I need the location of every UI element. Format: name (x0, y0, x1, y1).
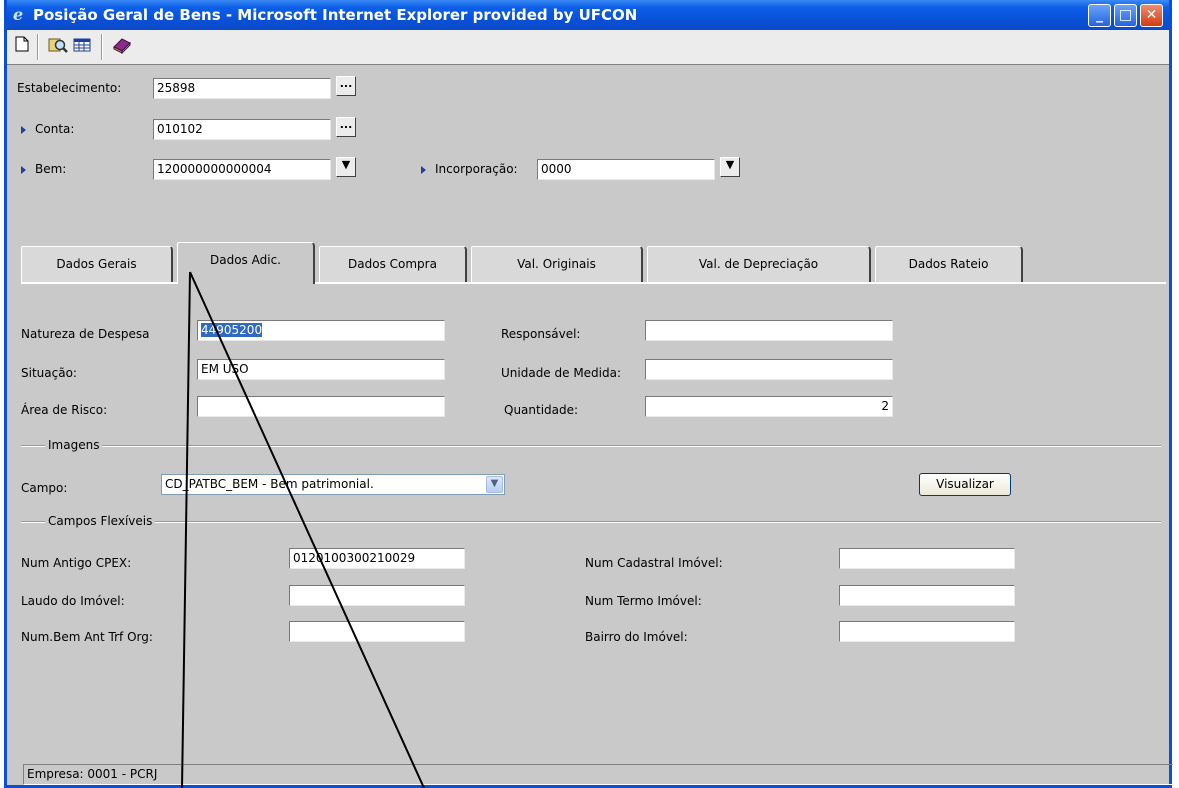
chevron-down-icon[interactable]: ▼ (486, 476, 503, 493)
tab-strip: Dados Gerais Dados Adic. Dados Compra Va… (21, 242, 1166, 284)
toolbar (7, 30, 1169, 65)
tab-val-depreciacao[interactable]: Val. de Depreciação (647, 246, 871, 282)
campos-flexiveis-group-title: Campos Flexíveis (45, 514, 156, 528)
imagens-group-line (21, 445, 1161, 447)
visualizar-button[interactable]: Visualizar (919, 473, 1011, 496)
area-risco-field[interactable] (197, 396, 445, 417)
natureza-label: Natureza de Despesa (21, 327, 150, 341)
book-icon[interactable] (111, 36, 133, 58)
maximize-button[interactable]: □ (1114, 4, 1137, 27)
situacao-label: Situação: (21, 366, 77, 380)
incorporacao-arrow-icon (421, 166, 426, 174)
bairro-field[interactable] (839, 621, 1015, 642)
minimize-button[interactable]: _ (1088, 4, 1111, 27)
num-cadastral-label: Num Cadastral Imóvel: (585, 556, 723, 570)
close-button[interactable]: ✕ (1140, 4, 1163, 27)
unidade-medida-label: Unidade de Medida: (501, 366, 622, 380)
window-title: Posição Geral de Bens - Microsoft Intern… (33, 6, 638, 24)
internet-explorer-icon: e (13, 5, 24, 24)
bem-field[interactable]: 120000000000004 (153, 159, 331, 180)
conta-lookup-button[interactable]: ... (336, 117, 356, 137)
quantidade-field[interactable]: 2 (645, 396, 893, 417)
natureza-value: 44905200 (201, 323, 263, 337)
imagens-group-title: Imagens (45, 438, 103, 452)
area-risco-label: Área de Risco: (21, 403, 108, 417)
campos-flexiveis-group-line (21, 521, 1161, 523)
conta-field[interactable]: 010102 (153, 119, 331, 140)
laudo-label: Laudo do Imóvel: (21, 594, 125, 608)
bairro-label: Bairro do Imóvel: (585, 630, 688, 644)
campo-select[interactable]: CD_PATBC_BEM - Bem patrimonial. ▼ (161, 474, 505, 495)
status-bar: Empresa: 0001 - PCRJ (23, 764, 1173, 785)
num-antigo-field[interactable]: 0120100300210029 (289, 548, 465, 569)
toolbar-separator (37, 34, 39, 60)
num-termo-field[interactable] (839, 585, 1015, 606)
num-antigo-label: Num Antigo CPEX: (21, 556, 132, 570)
num-cadastral-field[interactable] (839, 548, 1015, 569)
campo-label: Campo: (21, 481, 68, 495)
conta-label: Conta: (35, 122, 75, 136)
responsavel-field[interactable] (645, 320, 893, 341)
campo-selected-value: CD_PATBC_BEM - Bem patrimonial. (165, 477, 374, 491)
table-icon[interactable] (71, 36, 93, 58)
laudo-field[interactable] (289, 585, 465, 606)
tab-val-originais[interactable]: Val. Originais (471, 246, 643, 282)
incorporacao-field[interactable]: 0000 (537, 159, 715, 180)
toolbar-separator (101, 34, 103, 60)
num-bem-ant-field[interactable] (289, 621, 465, 642)
search-icon[interactable] (47, 36, 69, 58)
quantidade-label: Quantidade: (504, 403, 579, 417)
bem-label: Bem: (35, 162, 67, 176)
tab-dados-compra[interactable]: Dados Compra (319, 246, 467, 282)
bem-dropdown-button[interactable]: ▼ (336, 157, 356, 177)
num-bem-ant-label: Num.Bem Ant Trf Org: (21, 630, 153, 644)
unidade-medida-field[interactable] (645, 359, 893, 380)
estabelecimento-field[interactable]: 25898 (153, 78, 331, 99)
tab-dados-gerais[interactable]: Dados Gerais (21, 246, 173, 282)
incorporacao-label: Incorporação: (435, 162, 518, 176)
num-termo-label: Num Termo Imóvel: (585, 594, 702, 608)
bem-arrow-icon (21, 166, 26, 174)
browser-window: e Posição Geral de Bens - Microsoft Inte… (4, 0, 1173, 788)
natureza-field[interactable]: 44905200 (197, 320, 445, 341)
estabelecimento-lookup-button[interactable]: ... (336, 76, 356, 96)
incorporacao-dropdown-button[interactable]: ▼ (720, 157, 740, 177)
tab-dados-adic[interactable]: Dados Adic. (177, 242, 315, 284)
conta-arrow-icon (21, 126, 26, 134)
title-bar[interactable]: e Posição Geral de Bens - Microsoft Inte… (7, 0, 1169, 30)
situacao-field[interactable]: EM USO (197, 359, 445, 380)
responsavel-label: Responsável: (501, 327, 581, 341)
tab-dados-rateio[interactable]: Dados Rateio (875, 246, 1023, 282)
new-document-icon[interactable] (11, 36, 33, 58)
estabelecimento-label: Estabelecimento: (17, 81, 122, 95)
